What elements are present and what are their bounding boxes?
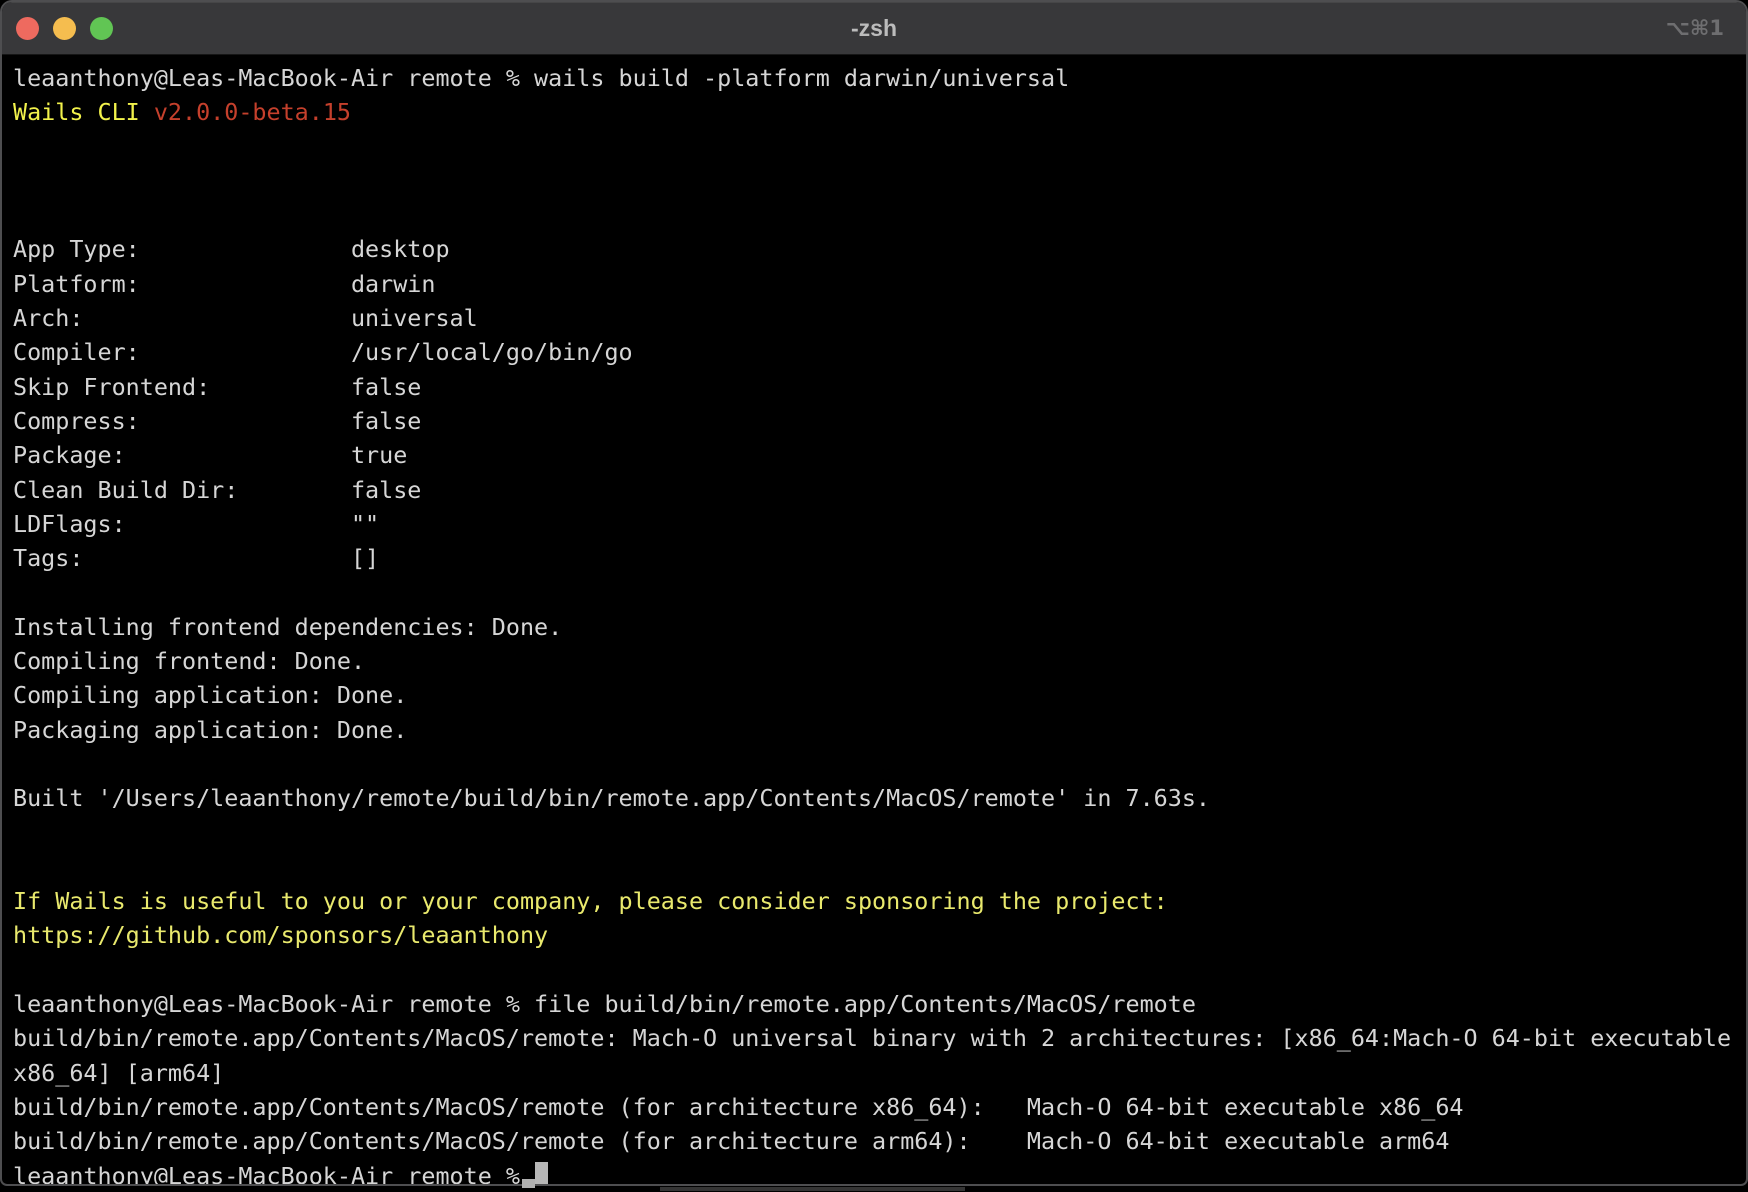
- terminal-text-segment: If Wails is useful to you or your compan…: [13, 887, 1168, 915]
- terminal-text-segment: leaanthony@Leas-MacBook-Air remote %: [13, 1162, 534, 1187]
- window-title: -zsh: [2, 2, 1746, 54]
- terminal-text-segment: x86_64] [arm64]: [13, 1059, 224, 1087]
- terminal-line: [13, 130, 1746, 164]
- terminal-text-segment: Installing frontend dependencies: Done.: [13, 613, 562, 641]
- terminal-line: Clean Build Dir: false: [13, 473, 1746, 507]
- terminal-window: -zsh ⌥⌘1 leaanthony@Leas-MacBook-Air rem…: [0, 0, 1748, 1186]
- terminal-line: leaanthony@Leas-MacBook-Air remote % fil…: [13, 987, 1746, 1021]
- terminal-line: App Type: desktop: [13, 232, 1746, 266]
- terminal-text-segment: build/bin/remote.app/Contents/MacOS/remo…: [13, 1127, 1449, 1155]
- terminal-text-segment: Built '/Users/leaanthony/remote/build/bi…: [13, 784, 1210, 812]
- close-button[interactable]: [16, 17, 39, 40]
- terminal-line: Package: true: [13, 438, 1746, 472]
- terminal-text-segment: Package: true: [13, 441, 407, 469]
- terminal-text-segment: Skip Frontend: false: [13, 373, 421, 401]
- terminal-text-segment: Packaging application: Done.: [13, 716, 407, 744]
- terminal-text-segment: Compiler: /usr/local/go/bin/go: [13, 338, 633, 366]
- terminal-line: [13, 747, 1746, 781]
- terminal-line: Compiler: /usr/local/go/bin/go: [13, 335, 1746, 369]
- terminal-line: build/bin/remote.app/Contents/MacOS/remo…: [13, 1090, 1746, 1124]
- terminal-text-segment: Clean Build Dir: false: [13, 476, 421, 504]
- terminal-line: https://github.com/sponsors/leaanthony: [13, 918, 1746, 952]
- minimize-button[interactable]: [53, 17, 76, 40]
- terminal-line: [13, 198, 1746, 232]
- traffic-lights: [16, 17, 113, 40]
- terminal-line: Wails CLI v2.0.0-beta.15: [13, 95, 1746, 129]
- terminal-line: [13, 850, 1746, 884]
- terminal-line: Platform: darwin: [13, 267, 1746, 301]
- zoom-button[interactable]: [90, 17, 113, 40]
- terminal-text-segment: Compress: false: [13, 407, 421, 435]
- terminal-line: Built '/Users/leaanthony/remote/build/bi…: [13, 781, 1746, 815]
- terminal-text-segment: LDFlags: "": [13, 510, 379, 538]
- terminal-text-segment: Compiling frontend: Done.: [13, 647, 365, 675]
- terminal-line: Compiling frontend: Done.: [13, 644, 1746, 678]
- terminal-line: LDFlags: "": [13, 507, 1746, 541]
- terminal-line: leaanthony@Leas-MacBook-Air remote %: [13, 1159, 1746, 1187]
- terminal-line: Packaging application: Done.: [13, 713, 1746, 747]
- terminal-line: [13, 816, 1746, 850]
- terminal-line: [13, 164, 1746, 198]
- terminal-line: Tags: []: [13, 541, 1746, 575]
- terminal-text-segment: Platform: darwin: [13, 270, 435, 298]
- terminal-text-segment: leaanthony@Leas-MacBook-Air remote % wai…: [13, 64, 1069, 92]
- terminal-line: [13, 575, 1746, 609]
- terminal-text-segment: Tags: []: [13, 544, 379, 572]
- terminal-line: Arch: universal: [13, 301, 1746, 335]
- terminal-line: If Wails is useful to you or your compan…: [13, 884, 1746, 918]
- background-artifact: [522, 1179, 535, 1188]
- terminal-line: Installing frontend dependencies: Done.: [13, 610, 1746, 644]
- terminal-line: build/bin/remote.app/Contents/MacOS/remo…: [13, 1021, 1746, 1055]
- terminal-text-segment: leaanthony@Leas-MacBook-Air remote % fil…: [13, 990, 1196, 1018]
- terminal-text-segment: build/bin/remote.app/Contents/MacOS/remo…: [13, 1093, 1463, 1121]
- title-bar[interactable]: -zsh ⌥⌘1: [2, 2, 1746, 55]
- terminal-cursor: [535, 1162, 548, 1187]
- terminal-line: [13, 953, 1746, 987]
- terminal-line: Compiling application: Done.: [13, 678, 1746, 712]
- terminal-text-segment: Arch: universal: [13, 304, 478, 332]
- terminal-text-segment: v2.0.0-beta.15: [154, 98, 351, 126]
- terminal-line: build/bin/remote.app/Contents/MacOS/remo…: [13, 1124, 1746, 1158]
- terminal-output[interactable]: leaanthony@Leas-MacBook-Air remote % wai…: [2, 55, 1746, 1184]
- terminal-text-segment: Wails CLI: [13, 98, 154, 126]
- terminal-line: leaanthony@Leas-MacBook-Air remote % wai…: [13, 61, 1746, 95]
- terminal-text-segment: build/bin/remote.app/Contents/MacOS/remo…: [13, 1024, 1731, 1052]
- terminal-line: Skip Frontend: false: [13, 370, 1746, 404]
- background-window-sliver: [660, 1187, 965, 1191]
- terminal-text-segment: https://github.com/sponsors/leaanthony: [13, 921, 548, 949]
- terminal-line: x86_64] [arm64]: [13, 1056, 1746, 1090]
- window-shortcut-badge: ⌥⌘1: [1666, 2, 1724, 54]
- terminal-line: Compress: false: [13, 404, 1746, 438]
- terminal-text-segment: App Type: desktop: [13, 235, 450, 263]
- terminal-text-segment: Compiling application: Done.: [13, 681, 407, 709]
